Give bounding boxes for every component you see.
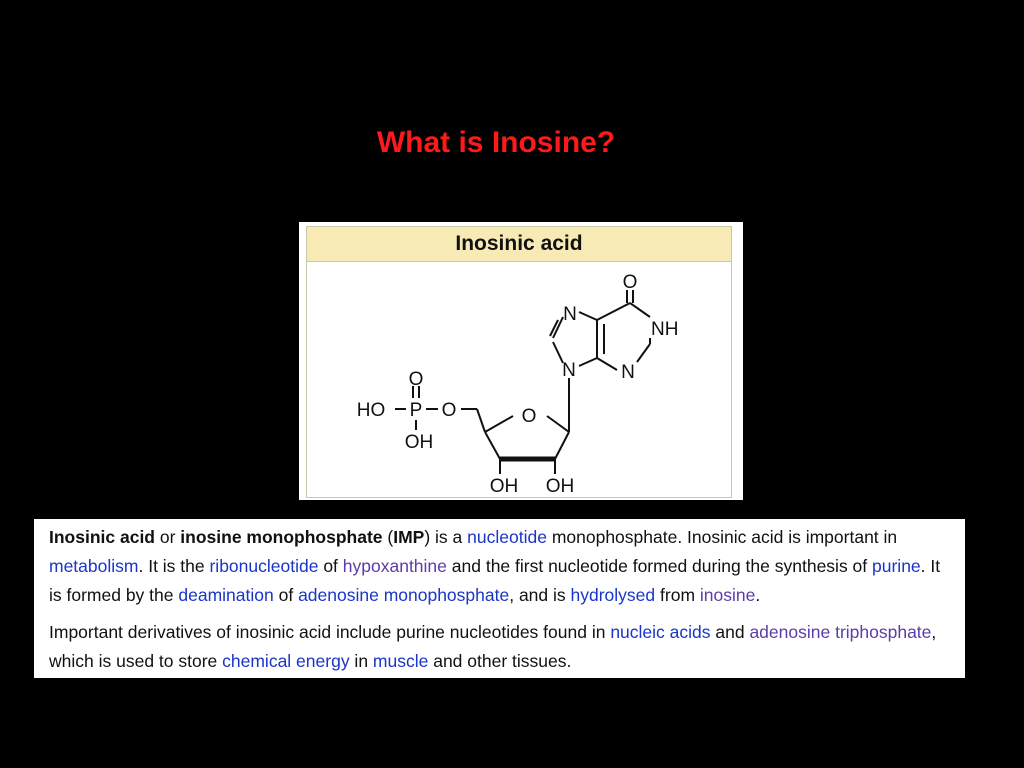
structure-bonds (395, 290, 651, 474)
link-nucleic-acids[interactable]: nucleic acids (610, 622, 710, 642)
atom-nh: NH (651, 319, 678, 340)
text-span: from (655, 585, 700, 605)
atom-phosphate-oh: OH (405, 432, 434, 453)
link-deamination[interactable]: deamination (178, 585, 273, 605)
inosinic-acid-structure: O NH N N N O O HO P O OH OH OH (357, 272, 679, 497)
text-span: of (273, 585, 299, 605)
text-span: Important derivatives of inosinic acid i… (49, 622, 611, 642)
text-span: monophosphate. Inosinic acid is importan… (546, 527, 898, 547)
link-muscle[interactable]: muscle (373, 651, 428, 671)
text-span: and the first nucleotide formed during t… (446, 556, 873, 576)
atom-n7: N (563, 304, 577, 325)
description-paragraph-2: Important derivatives of inosinic acid i… (49, 618, 953, 676)
link-purine[interactable]: purine (872, 556, 921, 576)
text-span: . (755, 585, 761, 605)
term-inosinic-acid: Inosinic acid (49, 527, 155, 547)
atom-phosphate-o: O (409, 369, 424, 390)
atom-p: P (410, 400, 423, 421)
description-panel: Inosinic acid or inosine monophosphate (… (34, 519, 965, 678)
atom-3-oh: OH (490, 476, 519, 497)
link-ribonucleotide[interactable]: ribonucleotide (209, 556, 318, 576)
link-chemical-energy[interactable]: chemical energy (222, 651, 349, 671)
structure-panel: O NH N N N O O HO P O OH OH OH (306, 262, 732, 498)
link-hydrolysed[interactable]: hydrolysed (571, 585, 656, 605)
infobox: Inosinic acid O NH N N N O O HO P O OH O… (299, 222, 743, 500)
link-adenosine-monophosphate[interactable]: adenosine monophosphate (298, 585, 509, 605)
slide-title: What is Inosine? (376, 126, 616, 159)
text-span: and other tissues. (428, 651, 572, 671)
atom-n3: N (621, 362, 635, 383)
text-span: , and is (509, 585, 571, 605)
atom-ring-o: O (522, 406, 537, 427)
infobox-header: Inosinic acid (306, 226, 732, 262)
link-hypoxanthine[interactable]: hypoxanthine (343, 556, 447, 576)
atom-o-carbonyl: O (623, 272, 638, 293)
link-inosine[interactable]: inosine (700, 585, 755, 605)
atom-o-link: O (442, 400, 457, 421)
text-span: ) is a (424, 527, 468, 547)
text-span: . It is the (138, 556, 210, 576)
text-span: or (155, 527, 181, 547)
link-adenosine-triphosphate[interactable]: adenosine triphosphate (749, 622, 931, 642)
link-metabolism[interactable]: metabolism (49, 556, 138, 576)
structure-atom-labels: O NH N N N O O HO P O OH OH OH (357, 272, 679, 497)
atom-ho: HO (357, 400, 386, 421)
description-paragraph-1: Inosinic acid or inosine monophosphate (… (49, 523, 953, 610)
atom-n9: N (562, 360, 576, 381)
term-imp: IMP (393, 527, 425, 547)
term-inosine-monophosphate: inosine monophosphate (180, 527, 383, 547)
atom-2-oh: OH (546, 476, 575, 497)
text-span: of (318, 556, 343, 576)
text-span: in (349, 651, 373, 671)
text-span: ( (382, 527, 394, 547)
link-nucleotide[interactable]: nucleotide (467, 527, 547, 547)
text-span: and (710, 622, 750, 642)
